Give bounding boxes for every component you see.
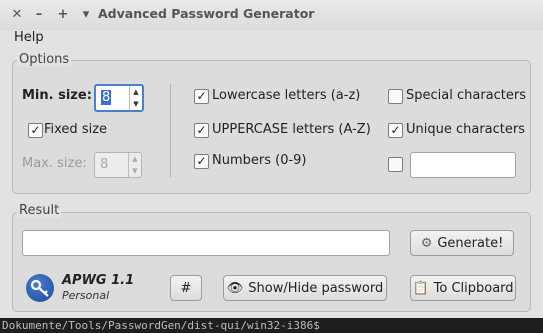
show-hide-label: Show/Hide password xyxy=(248,280,384,296)
hash-button[interactable]: # xyxy=(170,275,202,301)
generate-label: Generate! xyxy=(437,235,504,251)
options-divider xyxy=(170,84,171,177)
min-size-value: 8 xyxy=(101,90,112,105)
min-size-spinbox[interactable]: 8 ▲ ▼ xyxy=(94,84,144,112)
window-menu-button[interactable]: ▾ xyxy=(77,5,95,25)
max-size-value: 8 xyxy=(100,157,109,172)
unique-label: Unique characters xyxy=(406,122,526,137)
app-logo-icon xyxy=(26,274,54,302)
background-terminal-text: Dokumente/Tools/PasswordGen/dist-qui/win… xyxy=(0,318,543,333)
gear-icon: ⚙ xyxy=(420,235,433,251)
uppercase-checkbox[interactable]: ✓ xyxy=(194,123,209,138)
special-checkbox[interactable] xyxy=(388,89,403,104)
fixed-size-label: Fixed size xyxy=(44,122,108,137)
result-group-title: Result xyxy=(17,203,62,218)
menu-help[interactable]: Help xyxy=(14,30,44,45)
special-label: Special characters xyxy=(406,88,526,103)
close-button[interactable]: ✕ xyxy=(8,5,26,25)
lowercase-label: Lowercase letters (a-z) xyxy=(212,88,361,103)
custom-chars-checkbox[interactable] xyxy=(388,157,403,172)
spin-arrows-icon[interactable]: ▲ ▼ xyxy=(129,86,142,110)
minimize-button[interactable]: – xyxy=(30,5,48,25)
min-size-label: Min. size: xyxy=(22,88,92,103)
unique-checkbox[interactable]: ✓ xyxy=(388,123,403,138)
app-edition: Personal xyxy=(62,289,110,302)
numbers-label: Numbers (0-9) xyxy=(212,153,307,168)
password-output[interactable] xyxy=(22,230,390,256)
custom-chars-input[interactable] xyxy=(410,152,516,178)
hash-label: # xyxy=(180,280,192,296)
show-hide-password-button[interactable]: 👁 Show/Hide password xyxy=(223,275,387,301)
app-name: APWG 1.1 xyxy=(62,273,135,288)
max-size-label: Max. size: xyxy=(22,156,87,171)
maximize-button[interactable]: + xyxy=(54,5,72,25)
max-size-spinbox: 8 ▲ ▼ xyxy=(94,152,142,178)
options-group-title: Options xyxy=(17,52,72,67)
menu-bar: Help xyxy=(0,30,543,48)
spin-arrows-icon: ▲ ▼ xyxy=(128,153,141,177)
fixed-size-checkbox[interactable]: ✓ xyxy=(28,123,43,138)
numbers-checkbox[interactable]: ✓ xyxy=(194,154,209,169)
clipboard-icon: 📋 xyxy=(412,280,429,296)
to-clipboard-button[interactable]: 📋 To Clipboard xyxy=(410,275,516,301)
uppercase-label: UPPERCASE letters (A-Z) xyxy=(212,122,371,137)
generate-button[interactable]: ⚙ Generate! xyxy=(410,230,514,256)
title-bar: ✕ – + ▾ Advanced Password Generator xyxy=(0,0,543,30)
to-clipboard-label: To Clipboard xyxy=(433,280,514,296)
window-title: Advanced Password Generator xyxy=(98,6,315,21)
lowercase-checkbox[interactable]: ✓ xyxy=(194,89,209,104)
app-window: ✕ – + ▾ Advanced Password Generator Help… xyxy=(0,0,543,318)
eye-icon: 👁 xyxy=(226,280,244,296)
